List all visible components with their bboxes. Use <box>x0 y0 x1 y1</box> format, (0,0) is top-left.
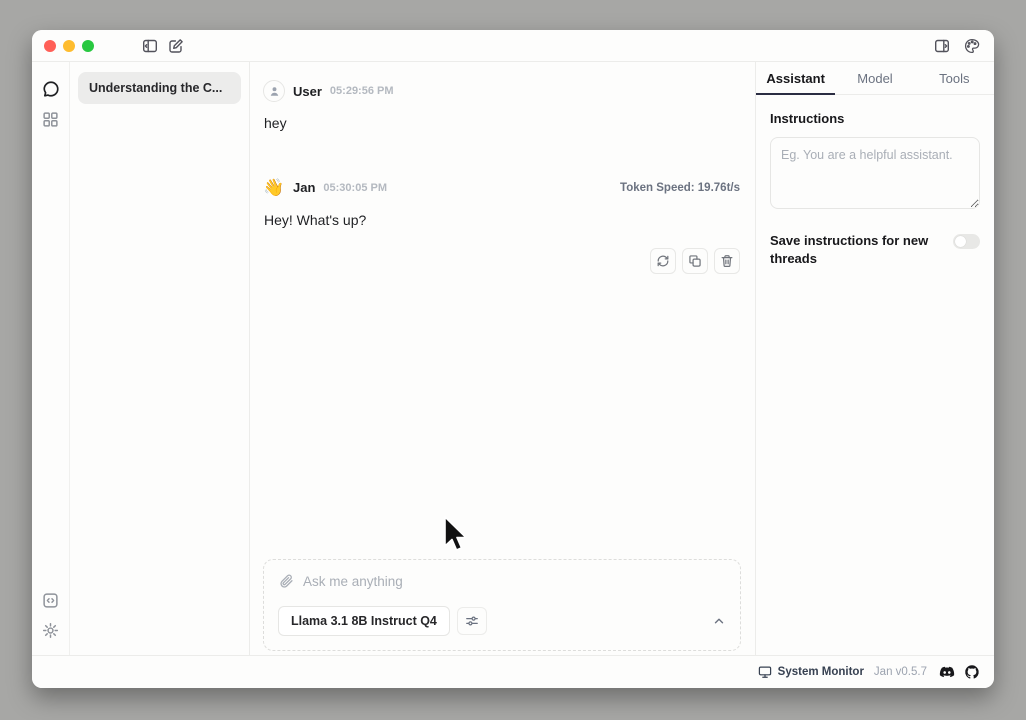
message-author: Jan <box>293 180 315 195</box>
message-actions <box>263 248 740 274</box>
thread-list-item[interactable]: Understanding the C... <box>78 72 241 104</box>
user-message: User 05:29:56 PM hey <box>263 80 740 133</box>
assistant-avatar: 👋 <box>263 177 285 199</box>
app-version: Jan v0.5.7 <box>874 666 927 678</box>
regenerate-icon[interactable] <box>650 248 676 274</box>
titlebar <box>32 30 994 62</box>
attach-file-icon[interactable] <box>278 573 294 589</box>
thread-list: Understanding the C... <box>70 62 250 655</box>
tab-model[interactable]: Model <box>835 62 914 94</box>
threads-nav-icon[interactable] <box>42 80 60 98</box>
github-icon[interactable] <box>964 664 980 680</box>
settings-gear-icon[interactable] <box>42 621 60 639</box>
tab-assistant[interactable]: Assistant <box>756 62 835 94</box>
left-ribbon <box>32 62 70 655</box>
message-text: Hey! What's up? <box>264 211 740 230</box>
message-input[interactable] <box>303 574 726 589</box>
instructions-heading: Instructions <box>770 111 980 126</box>
message-text: hey <box>264 114 740 133</box>
message-timestamp: 05:29:56 PM <box>330 85 394 97</box>
delete-icon[interactable] <box>714 248 740 274</box>
hub-nav-icon[interactable] <box>42 110 60 128</box>
theme-palette-icon[interactable] <box>964 38 980 54</box>
new-thread-icon[interactable] <box>168 38 184 54</box>
local-api-server-icon[interactable] <box>42 591 60 609</box>
system-monitor-label: System Monitor <box>778 666 864 678</box>
collapse-input-icon[interactable] <box>712 614 726 628</box>
chat-panel: User 05:29:56 PM hey 👋 Jan 05:30:05 PM T… <box>250 62 755 655</box>
token-speed: Token Speed: 19.76t/s <box>620 182 740 194</box>
traffic-lights <box>44 40 94 52</box>
chat-input-box: Llama 3.1 8B Instruct Q4 <box>263 559 741 651</box>
app-window: Understanding the C... User 05:29:56 PM <box>32 30 994 688</box>
right-panel: Assistant Model Tools Instructions Save … <box>755 62 994 655</box>
save-instructions-label: Save instructions for new threads <box>770 232 943 267</box>
monitor-icon <box>758 665 772 679</box>
statusbar: System Monitor Jan v0.5.7 <box>32 655 994 688</box>
discord-icon[interactable] <box>939 664 955 680</box>
maximize-window-button[interactable] <box>82 40 94 52</box>
copy-icon[interactable] <box>682 248 708 274</box>
toggle-left-panel-icon[interactable] <box>142 38 158 54</box>
message-timestamp: 05:30:05 PM <box>323 182 387 194</box>
close-window-button[interactable] <box>44 40 56 52</box>
model-selector-button[interactable]: Llama 3.1 8B Instruct Q4 <box>278 606 450 636</box>
save-instructions-toggle[interactable] <box>953 234 980 249</box>
message-author: User <box>293 84 322 99</box>
message-list: User 05:29:56 PM hey 👋 Jan 05:30:05 PM T… <box>250 62 755 559</box>
right-panel-tabs: Assistant Model Tools <box>756 62 994 95</box>
instructions-textarea[interactable] <box>770 137 980 209</box>
toggle-right-panel-icon[interactable] <box>934 38 950 54</box>
system-monitor-button[interactable]: System Monitor <box>758 665 864 679</box>
user-avatar <box>263 80 285 102</box>
tab-tools[interactable]: Tools <box>915 62 994 94</box>
model-settings-icon[interactable] <box>457 607 487 635</box>
assistant-message: 👋 Jan 05:30:05 PM Token Speed: 19.76t/s … <box>263 177 740 274</box>
minimize-window-button[interactable] <box>63 40 75 52</box>
